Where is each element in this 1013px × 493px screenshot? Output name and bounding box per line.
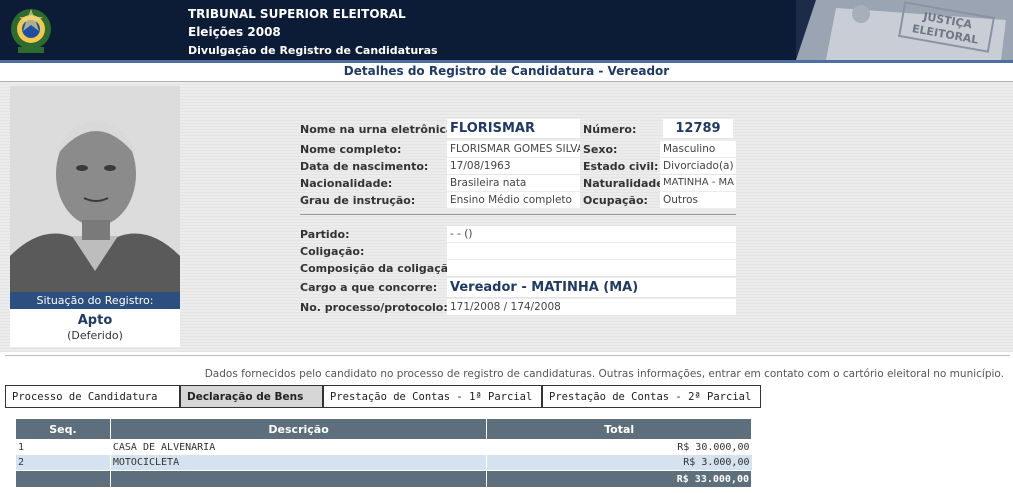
header-election: Eleições 2008 — [188, 25, 281, 39]
office-value: Vereador - MATINHA (MA) — [447, 278, 736, 297]
page-title: Detalhes do Registro de Candidatura - Ve… — [343, 64, 670, 78]
header-title: TRIBUNAL SUPERIOR ELEITORAL — [188, 7, 406, 21]
full-name-label: Nome completo: — [300, 143, 402, 156]
civil-status-label: Estado civil: — [583, 160, 659, 173]
registration-status-detail: (Deferido) — [67, 329, 123, 342]
registration-status-box: Apto (Deferido) — [10, 309, 180, 347]
nationality-value: Brasileira nata — [447, 175, 580, 191]
row-description: MOTOCICLETA — [109, 455, 487, 471]
coalition-label: Coligação: — [300, 245, 365, 258]
urna-name-value: FLORISMAR — [447, 119, 580, 138]
occupation-value: Outros — [660, 192, 736, 208]
numero-label: Número: — [583, 123, 637, 136]
coat-of-arms-icon — [11, 9, 51, 53]
tab-processo-candidatura[interactable]: Processo de Candidatura — [5, 385, 180, 408]
page-title-bar: Detalhes do Registro de Candidatura - Ve… — [0, 63, 1013, 82]
civil-status-value: Divorciado(a) — [660, 158, 736, 174]
sexo-label: Sexo: — [583, 143, 618, 156]
education-value: Ensino Médio completo — [447, 192, 580, 208]
table-total-row: R$ 33.000,00 — [15, 470, 752, 488]
sexo-value: Masculino — [660, 141, 736, 157]
tab-prestacao-contas-2[interactable]: Prestação de Contas - 2ª Parcial — [542, 385, 761, 408]
assets-table: Seq. Descrição Total 1 CASA DE ALVENARIA… — [15, 418, 752, 488]
birth-date-label: Data de nascimento: — [300, 160, 429, 173]
registration-status-value: Apto — [77, 313, 113, 328]
coalition-value — [447, 243, 736, 259]
full-name-value: FLORISMAR GOMES SILVA — [447, 141, 580, 157]
row-total: R$ 3.000,00 — [486, 455, 752, 471]
column-header-description: Descrição — [109, 418, 488, 440]
tab-declaracao-bens[interactable]: Declaração de Bens — [180, 385, 323, 408]
coalition-composition-label: Composição da coligação: — [300, 262, 461, 275]
registration-status-label: Situação do Registro: — [10, 292, 180, 309]
section-divider — [300, 214, 736, 215]
tab-prestacao-contas-1[interactable]: Prestação de Contas - 1ª Parcial — [323, 385, 542, 408]
table-row: 2 MOTOCICLETA R$ 3.000,00 — [15, 455, 752, 471]
row-seq: 2 — [15, 455, 111, 471]
urna-name-label: Nome na urna eletrônica: — [300, 123, 458, 136]
table-header-row: Seq. Descrição Total — [15, 418, 752, 440]
office-label: Cargo a que concorre: — [300, 281, 438, 294]
row-total: R$ 30.000,00 — [486, 439, 752, 455]
coalition-composition-value — [447, 260, 736, 276]
site-header: TRIBUNAL SUPERIOR ELEITORAL Eleições 200… — [0, 0, 1013, 63]
table-row: 1 CASA DE ALVENARIA R$ 30.000,00 — [15, 439, 752, 455]
party-value: - - () — [447, 226, 736, 242]
process-number-label: No. processo/protocolo: — [300, 301, 448, 314]
birthplace-label: Naturalidade: — [583, 177, 669, 190]
justica-eleitoral-stamp: JUSTIÇA ELEITORAL — [796, 0, 1013, 60]
numero-value: 12789 — [663, 119, 733, 138]
nationality-label: Nacionalidade: — [300, 177, 393, 190]
birth-date-value: 17/08/1963 — [447, 158, 580, 174]
birthplace-value: MATINHA - MA — [660, 175, 736, 191]
column-header-total: Total — [486, 418, 752, 440]
row-seq: 1 — [15, 439, 111, 455]
row-description: CASA DE ALVENARIA — [109, 439, 487, 455]
education-label: Grau de instrução: — [300, 194, 416, 207]
grand-total: R$ 33.000,00 — [486, 470, 752, 488]
occupation-label: Ocupação: — [583, 194, 648, 207]
content-separator — [5, 355, 1010, 356]
candidate-photo — [10, 86, 180, 292]
process-number-value: 171/2008 / 174/2008 — [447, 299, 736, 315]
column-header-seq: Seq. — [15, 418, 111, 440]
party-label: Partido: — [300, 228, 350, 241]
header-subtitle: Divulgação de Registro de Candidaturas — [188, 44, 438, 57]
disclaimer-note: Dados fornecidos pelo candidato no proce… — [204, 368, 1004, 380]
